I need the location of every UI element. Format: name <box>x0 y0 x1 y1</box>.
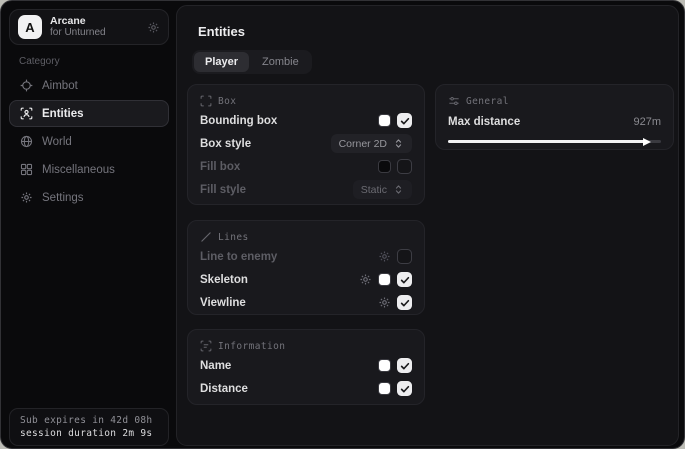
sidebar-item-label: Miscellaneous <box>42 164 115 176</box>
box-card-header: Box <box>200 93 412 109</box>
row-label: Skeleton <box>200 274 359 286</box>
color-swatch[interactable] <box>378 273 391 286</box>
brand-subtitle: for Unturned <box>50 27 139 39</box>
row-distance: Distance <box>200 377 412 400</box>
sub-expiry-text: Sub expires in 42d 08h <box>20 415 158 426</box>
sidebar-item-world[interactable]: World <box>9 128 169 155</box>
globe-icon <box>20 135 33 148</box>
sidebar-item-label: Settings <box>42 192 84 204</box>
sidebar-item-settings[interactable]: Settings <box>9 184 169 211</box>
row-label: Fill style <box>200 184 353 196</box>
check-icon <box>399 360 411 372</box>
row-fill-box: Fill box <box>200 155 412 178</box>
brand-name: Arcane <box>50 15 139 27</box>
sidebar-item-entities[interactable]: Entities <box>9 100 169 127</box>
tab-zombie[interactable]: Zombie <box>251 52 310 72</box>
subscription-info-card: Sub expires in 42d 08h session duration … <box>9 408 169 446</box>
dropdown-value: Corner 2D <box>339 138 387 150</box>
color-swatch[interactable] <box>378 114 391 127</box>
lines-card: Lines Line to enemy Skeleton <box>187 220 425 315</box>
grid-icon <box>20 163 33 176</box>
tab-player[interactable]: Player <box>194 52 249 72</box>
color-swatch[interactable] <box>378 160 391 173</box>
check-icon <box>399 297 411 309</box>
main-panel: Entities Player Zombie Box Bounding box <box>176 5 679 446</box>
name-checkbox[interactable] <box>397 358 412 373</box>
general-card-title: General <box>466 96 509 107</box>
dropdown-value: Static <box>361 184 387 196</box>
max-distance-value: 927m <box>633 116 661 128</box>
skeleton-checkbox[interactable] <box>397 272 412 287</box>
check-icon <box>399 274 411 286</box>
box-card: Box Bounding box Box style Corner 2D <box>187 84 425 205</box>
slider-thumb[interactable] <box>643 138 651 146</box>
box-style-dropdown[interactable]: Corner 2D <box>331 134 412 153</box>
information-card-header: Information <box>200 338 412 354</box>
row-skeleton: Skeleton <box>200 268 412 291</box>
color-swatch[interactable] <box>378 382 391 395</box>
box-corners-icon <box>200 95 212 107</box>
check-icon <box>399 115 411 127</box>
sidebar-item-label: Aimbot <box>42 80 78 92</box>
row-label: Max distance <box>448 116 633 128</box>
distance-checkbox[interactable] <box>397 381 412 396</box>
row-label: Fill box <box>200 161 378 173</box>
row-line-to-enemy: Line to enemy <box>200 245 412 268</box>
lines-card-header: Lines <box>200 229 412 245</box>
row-fill-style: Fill style Static <box>200 178 412 201</box>
sidebar: A Arcane for Unturned Category Aimbot En… <box>1 1 176 448</box>
information-card-title: Information <box>218 341 285 352</box>
chevrons-up-down-icon <box>393 184 404 195</box>
max-distance-slider[interactable] <box>448 134 661 148</box>
page-title: Entities <box>198 24 245 39</box>
row-viewline: Viewline <box>200 291 412 314</box>
fill-box-checkbox[interactable] <box>397 159 412 174</box>
viewline-checkbox[interactable] <box>397 295 412 310</box>
gear-icon <box>20 191 33 204</box>
color-swatch[interactable] <box>378 359 391 372</box>
row-label: Line to enemy <box>200 251 378 263</box>
session-duration-text: session duration 2m 9s <box>20 428 158 439</box>
entity-tabs: Player Zombie <box>192 50 312 74</box>
row-label: Viewline <box>200 297 378 309</box>
app-window: A Arcane for Unturned Category Aimbot En… <box>0 0 685 449</box>
sidebar-nav: Aimbot Entities World Miscellaneous Sett… <box>9 72 169 211</box>
avatar: A <box>18 15 42 39</box>
category-label: Category <box>19 56 60 67</box>
lines-card-title: Lines <box>218 232 249 243</box>
chevrons-up-down-icon <box>393 138 404 149</box>
brand-card[interactable]: A Arcane for Unturned <box>9 9 169 45</box>
bounding-box-checkbox[interactable] <box>397 113 412 128</box>
sidebar-item-miscellaneous[interactable]: Miscellaneous <box>9 156 169 183</box>
skeleton-settings-gear-icon[interactable] <box>359 273 372 286</box>
general-card-header: General <box>448 93 661 109</box>
row-max-distance: Max distance 927m <box>448 111 661 133</box>
brand-text: Arcane for Unturned <box>50 15 139 39</box>
line-to-enemy-settings-gear-icon[interactable] <box>378 250 391 263</box>
slider-fill <box>448 140 645 143</box>
row-label: Box style <box>200 138 331 150</box>
row-bounding-box: Bounding box <box>200 109 412 132</box>
sidebar-item-aimbot[interactable]: Aimbot <box>9 72 169 99</box>
row-label: Bounding box <box>200 115 378 127</box>
crosshair-icon <box>20 79 33 92</box>
scan-text-icon <box>200 340 212 352</box>
person-scan-icon <box>20 107 33 120</box>
row-box-style: Box style Corner 2D <box>200 132 412 155</box>
row-label: Name <box>200 360 378 372</box>
sliders-icon <box>448 95 460 107</box>
line-icon <box>200 231 212 243</box>
check-icon <box>399 383 411 395</box>
general-card: General Max distance 927m <box>435 84 674 150</box>
sidebar-item-label: World <box>42 136 72 148</box>
box-card-title: Box <box>218 96 236 107</box>
viewline-settings-gear-icon[interactable] <box>378 296 391 309</box>
row-label: Distance <box>200 383 378 395</box>
line-to-enemy-checkbox[interactable] <box>397 249 412 264</box>
settings-gear-icon[interactable] <box>147 21 160 34</box>
row-name: Name <box>200 354 412 377</box>
information-card: Information Name Distance <box>187 329 425 405</box>
sidebar-item-label: Entities <box>42 108 84 120</box>
fill-style-dropdown[interactable]: Static <box>353 180 412 199</box>
